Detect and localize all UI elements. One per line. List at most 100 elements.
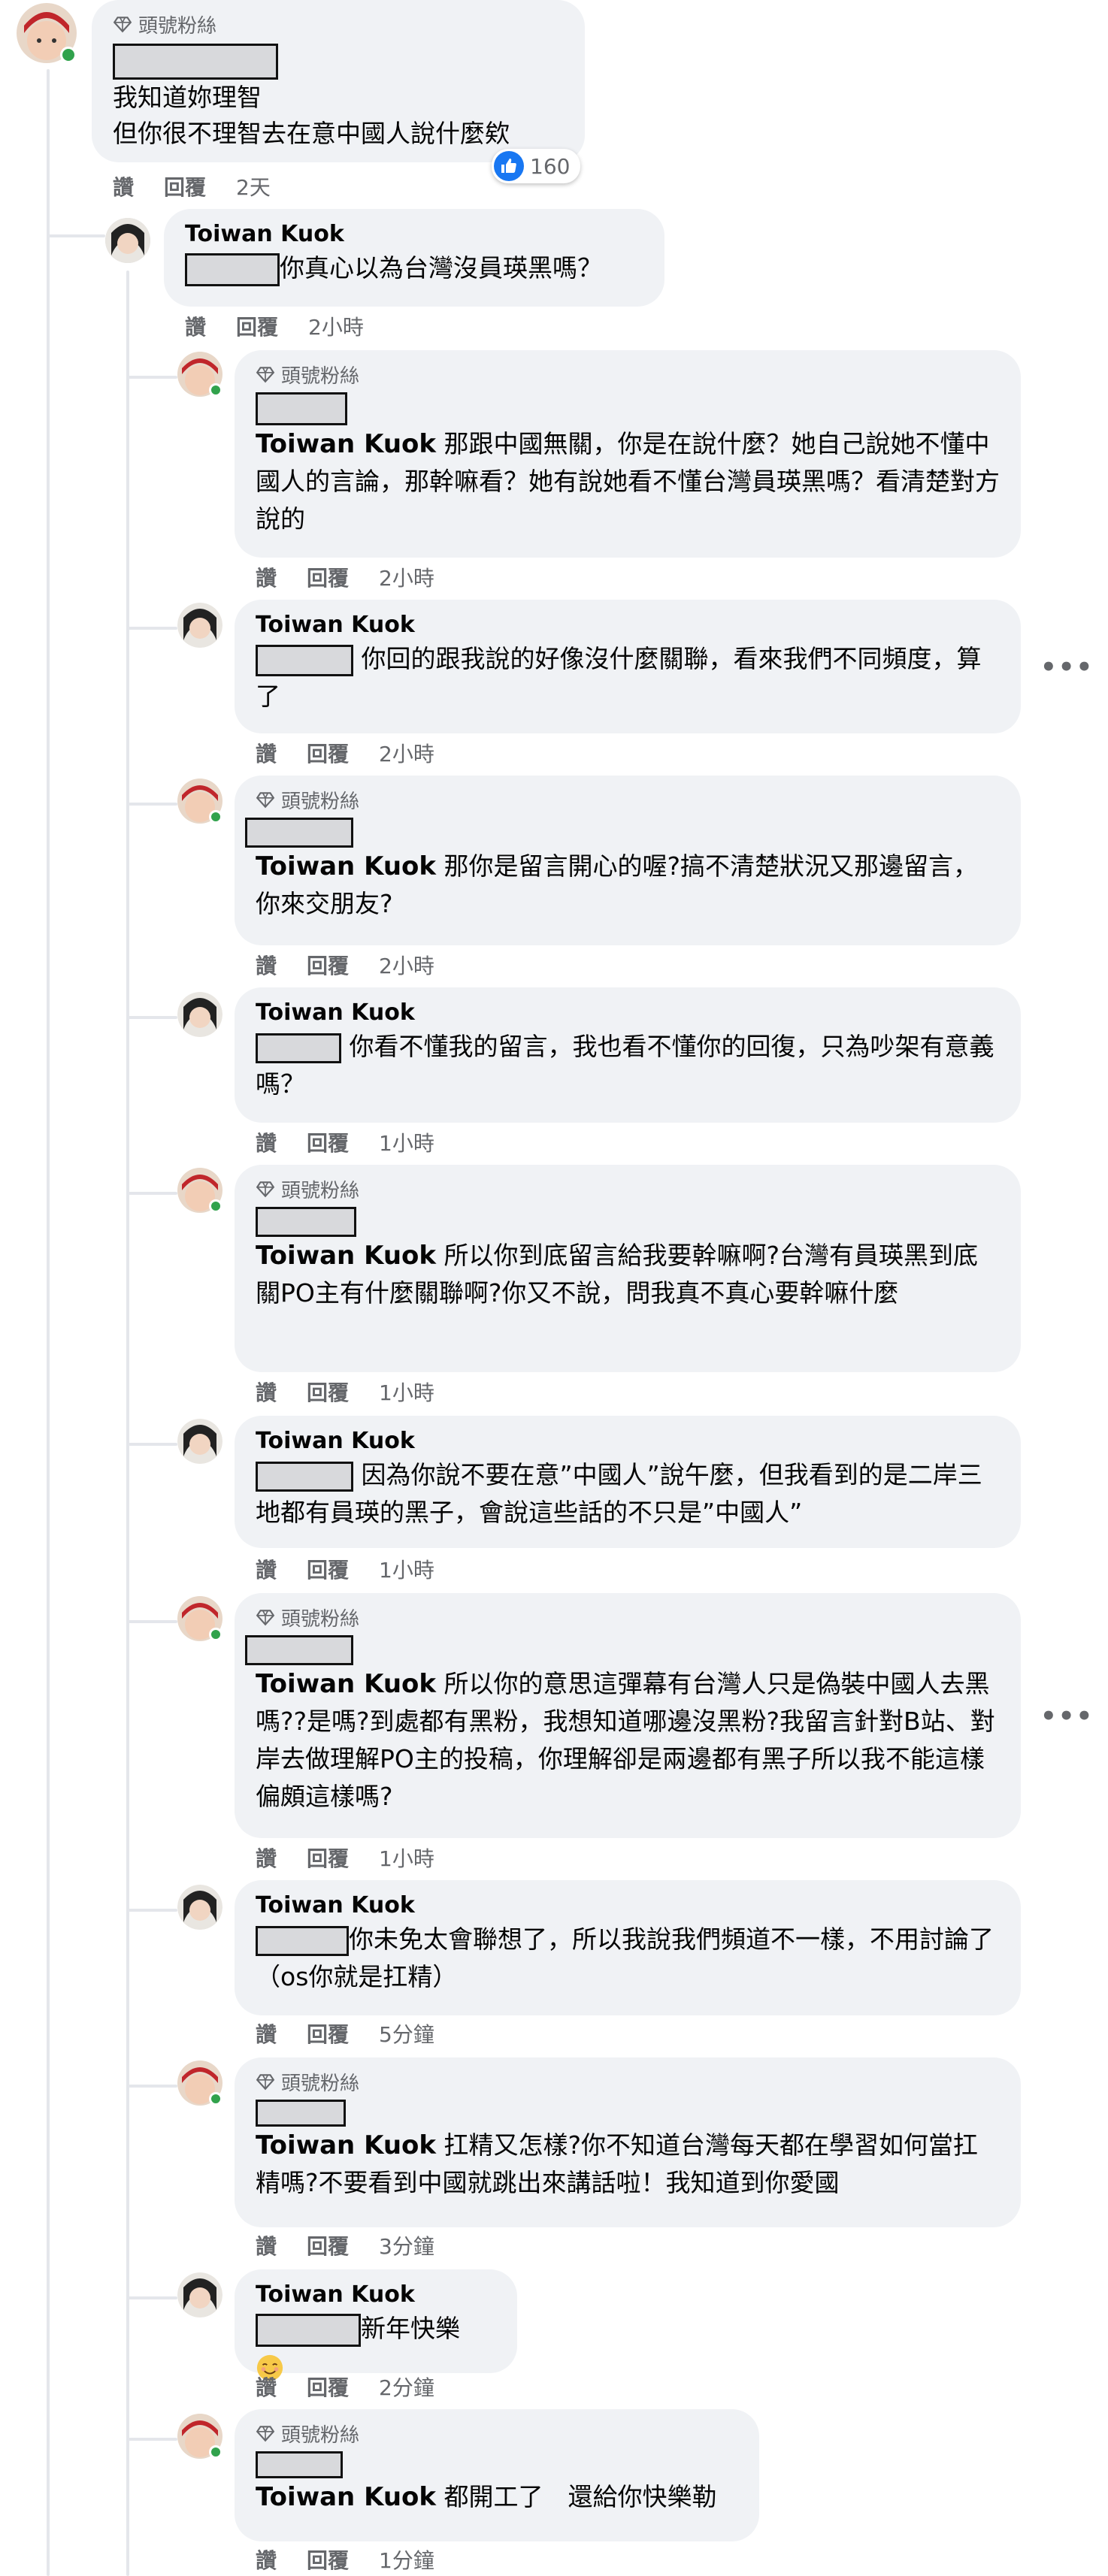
more-options-button[interactable]: ••• — [1040, 652, 1094, 682]
like-button[interactable]: 讚 — [256, 1127, 277, 1157]
mention-tag[interactable]: Toiwan Kuok — [256, 851, 436, 881]
more-options-button[interactable]: ••• — [1040, 1701, 1094, 1731]
top-fan-badge: 頭號粉絲 — [256, 2068, 1000, 2095]
comment-author[interactable]: Toiwan Kuok — [256, 2280, 496, 2310]
like-button[interactable]: 讚 — [256, 1377, 277, 1407]
avatar[interactable] — [105, 218, 150, 263]
like-button[interactable]: 讚 — [256, 562, 277, 592]
redacted-name — [185, 252, 280, 286]
thread-connector — [126, 2438, 177, 2441]
reply-button[interactable]: 回覆 — [307, 2018, 349, 2048]
reply-avatar-wrap[interactable] — [177, 1596, 223, 1641]
mention-tag[interactable]: Toiwan Kuok — [256, 2482, 436, 2512]
like-button[interactable]: 讚 — [256, 2230, 277, 2260]
like-button[interactable]: 讚 — [256, 1843, 277, 1873]
reply-avatar-wrap[interactable] — [177, 1168, 223, 1213]
reply-button[interactable]: 回覆 — [236, 311, 278, 341]
timestamp[interactable]: 1分鐘 — [379, 2544, 434, 2574]
like-button[interactable]: 讚 — [256, 1554, 277, 1584]
comment-actions: 讚 回覆 2天 — [113, 171, 271, 201]
comment-author[interactable]: Toiwan Kuok — [256, 610, 1000, 640]
comment-actions: 讚 回覆 1小時 — [256, 1843, 434, 1873]
reply-avatar-wrap[interactable] — [177, 1885, 223, 1930]
thread-connector — [126, 1909, 177, 1912]
like-button[interactable]: 讚 — [256, 2544, 277, 2574]
avatar[interactable] — [177, 992, 223, 1037]
root-commenter-avatar-wrap[interactable] — [17, 3, 77, 63]
thread-line-nested — [126, 271, 129, 2576]
timestamp[interactable]: 2小時 — [379, 738, 434, 768]
reply-bubble: 頭號粉絲 Toiwan Kuok 所以你到底留言給我要幹嘛啊?台灣有員瑛黑到底關… — [235, 1165, 1021, 1372]
like-button[interactable]: 讚 — [256, 2018, 277, 2048]
timestamp[interactable]: 2小時 — [308, 311, 364, 341]
reply-avatar-wrap[interactable] — [177, 352, 223, 397]
timestamp[interactable]: 5分鐘 — [379, 2018, 434, 2048]
thread-connector — [126, 803, 177, 806]
reply-button[interactable]: 回覆 — [307, 562, 349, 592]
comment-actions: 讚 回覆 2分鐘 — [256, 2372, 434, 2402]
comment-author[interactable]: Toiwan Kuok — [185, 219, 643, 249]
thread-connector — [126, 1443, 177, 1446]
avatar[interactable] — [177, 1419, 223, 1464]
timestamp[interactable]: 2小時 — [379, 562, 434, 592]
comment-actions: 讚 回覆 1小時 — [256, 1554, 434, 1584]
timestamp[interactable]: 1小時 — [379, 1127, 434, 1157]
timestamp[interactable]: 1小時 — [379, 1843, 434, 1873]
reply-avatar-wrap[interactable] — [177, 603, 223, 648]
top-fan-badge: 頭號粉絲 — [113, 11, 564, 38]
timestamp[interactable]: 2小時 — [379, 950, 434, 980]
online-status-icon — [209, 1628, 223, 1641]
timestamp[interactable]: 3分鐘 — [379, 2230, 434, 2260]
reply-avatar-wrap[interactable] — [105, 218, 150, 263]
reply-button[interactable]: 回覆 — [307, 1554, 349, 1584]
reply-avatar-wrap[interactable] — [177, 2060, 223, 2106]
reply-button[interactable]: 回覆 — [307, 2544, 349, 2574]
comment-text: Toiwan Kuok 所以你到底留言給我要幹嘛啊?台灣有員瑛黑到底關PO主有什… — [256, 1241, 979, 1308]
reaction-count[interactable]: 160 — [492, 149, 581, 183]
like-button[interactable]: 讚 — [256, 738, 277, 768]
reply-avatar-wrap[interactable] — [177, 2272, 223, 2317]
reply-button[interactable]: 回覆 — [307, 1377, 349, 1407]
like-button[interactable]: 讚 — [256, 2372, 277, 2402]
like-button[interactable]: 讚 — [113, 171, 134, 201]
comment-text: Toiwan Kuok 所以你的意思這彈幕有台灣人只是偽裝中國人去黑嗎??是嗎?… — [256, 1669, 995, 1811]
redacted-name — [256, 2313, 361, 2347]
comment-author[interactable]: Toiwan Kuok — [256, 1426, 1000, 1456]
comment-text: 你回的跟我說的好像沒什麼關聯，看來我們不同頻度，算了 — [256, 644, 982, 711]
comment-author[interactable]: Toiwan Kuok — [256, 998, 1000, 1028]
thread-connector — [47, 234, 105, 237]
comment-actions: 讚 回覆 2小時 — [256, 950, 434, 980]
avatar[interactable] — [177, 603, 223, 648]
timestamp[interactable]: 1小時 — [379, 1377, 434, 1407]
redacted-name — [256, 644, 353, 676]
reply-button[interactable]: 回覆 — [164, 171, 206, 201]
mention-tag[interactable]: Toiwan Kuok — [256, 1669, 436, 1699]
reply-avatar-wrap[interactable] — [177, 779, 223, 824]
timestamp[interactable]: 1小時 — [379, 1554, 434, 1584]
reply-button[interactable]: 回覆 — [307, 950, 349, 980]
redacted-name — [256, 392, 347, 425]
mention-tag[interactable]: Toiwan Kuok — [256, 2130, 436, 2160]
avatar[interactable] — [177, 2272, 223, 2317]
redacted-name — [113, 44, 278, 80]
timestamp[interactable]: 2分鐘 — [379, 2372, 434, 2402]
reply-button[interactable]: 回覆 — [307, 1127, 349, 1157]
reply-button[interactable]: 回覆 — [307, 738, 349, 768]
thread-connector — [126, 376, 177, 379]
reply-button[interactable]: 回覆 — [307, 1843, 349, 1873]
comment-author[interactable]: Toiwan Kuok — [256, 1891, 1000, 1921]
reply-button[interactable]: 回覆 — [307, 2230, 349, 2260]
like-button[interactable]: 讚 — [185, 311, 206, 341]
reply-avatar-wrap[interactable] — [177, 1419, 223, 1464]
timestamp[interactable]: 2天 — [236, 171, 271, 201]
comment-actions: 讚 回覆 2小時 — [256, 562, 434, 592]
like-button[interactable]: 讚 — [256, 950, 277, 980]
redacted-name — [245, 1635, 353, 1665]
mention-tag[interactable]: Toiwan Kuok — [256, 1241, 436, 1271]
mention-tag[interactable]: Toiwan Kuok — [256, 429, 436, 459]
reply-avatar-wrap[interactable] — [177, 2414, 223, 2459]
reply-avatar-wrap[interactable] — [177, 992, 223, 1037]
avatar[interactable] — [177, 1885, 223, 1930]
reply-button[interactable]: 回覆 — [307, 2372, 349, 2402]
comment-actions: 讚 回覆 2小時 — [256, 738, 434, 768]
